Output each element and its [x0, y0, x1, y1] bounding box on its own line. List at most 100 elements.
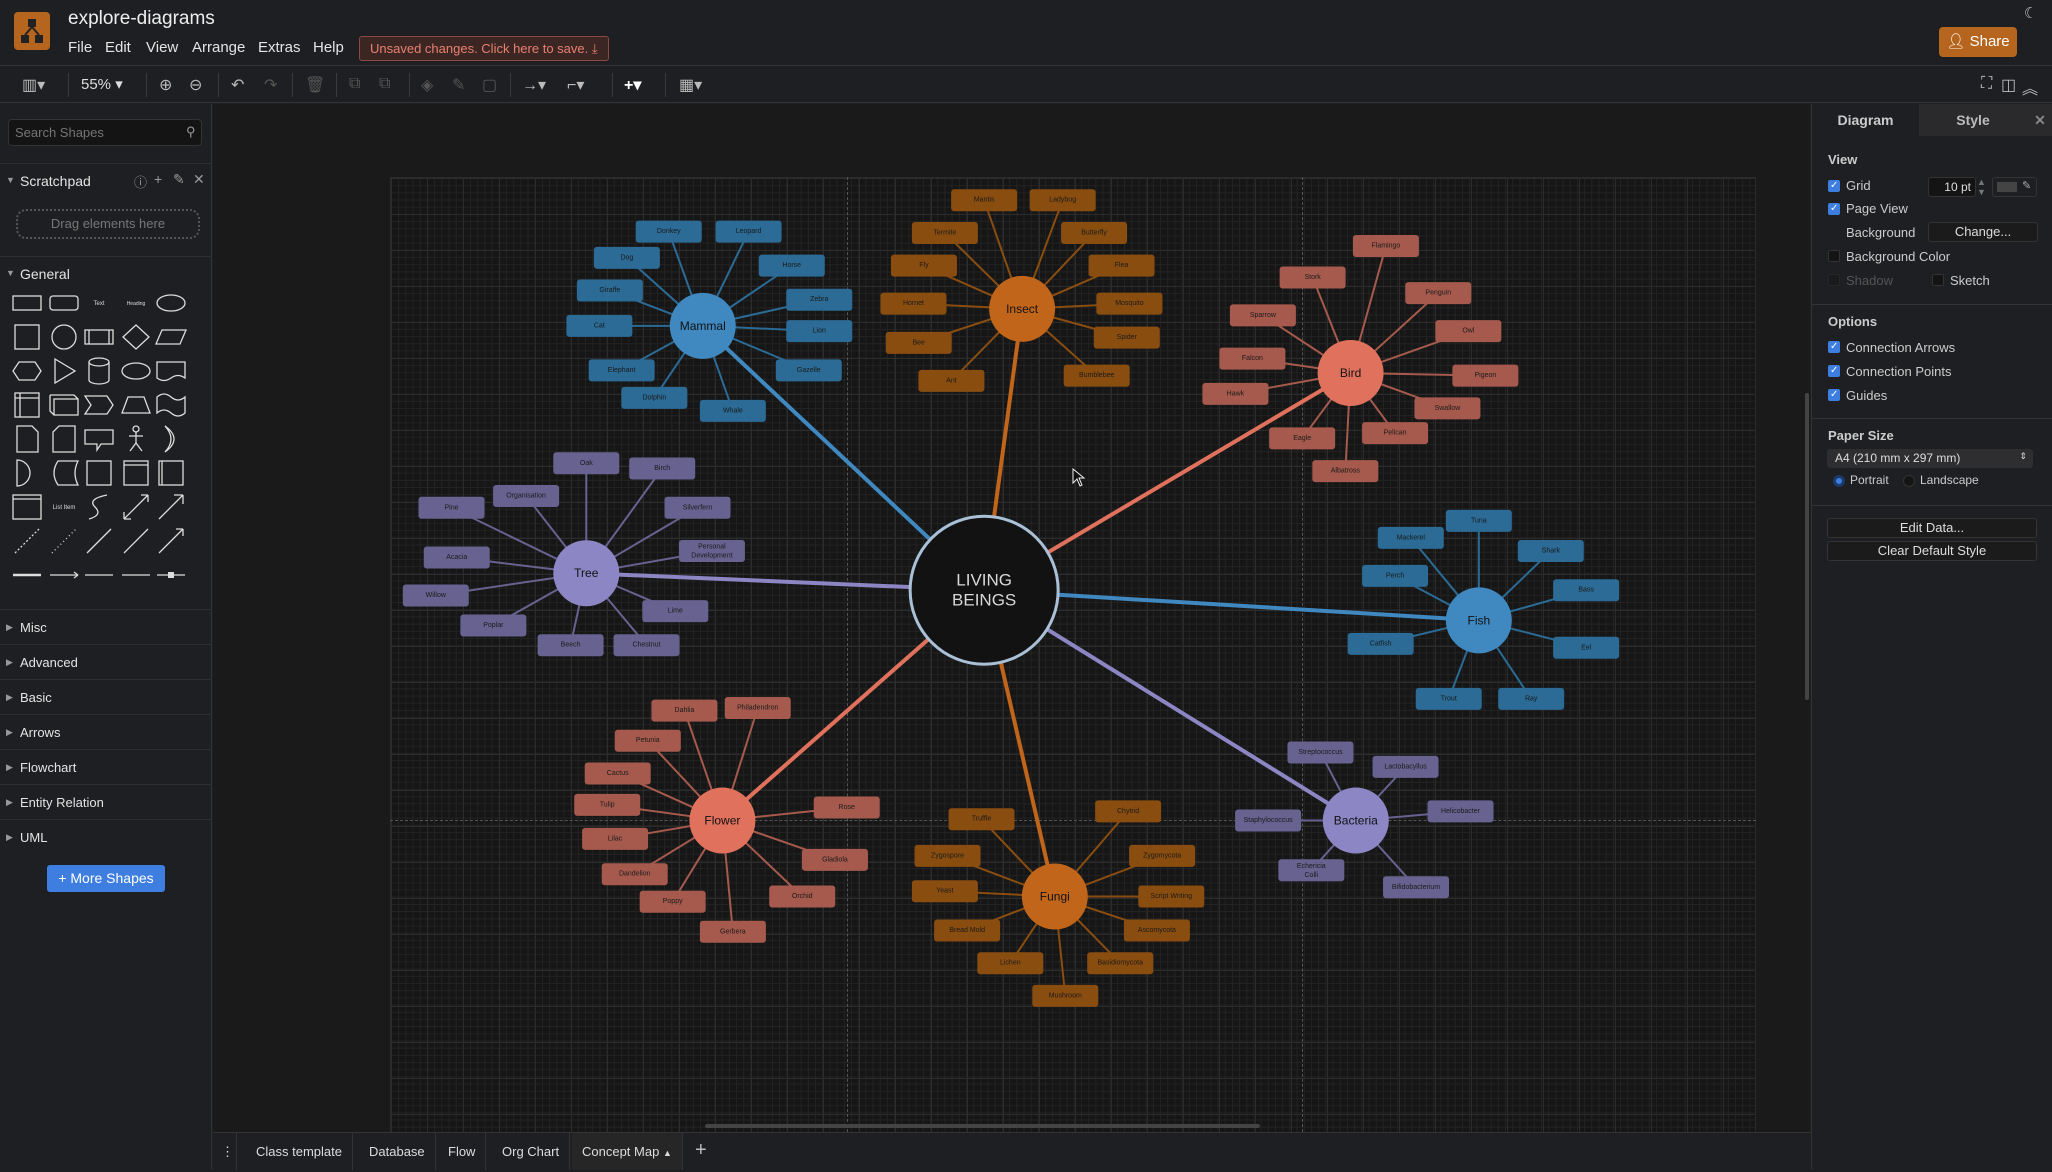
delay-shape-icon[interactable]	[16, 459, 31, 487]
grid-size-stepper[interactable]: ▲ ▼	[1977, 177, 1986, 197]
page-tab-org-chart[interactable]: Org Chart	[492, 1133, 571, 1170]
menu-extras[interactable]: Extras	[258, 39, 301, 56]
callout-shape-icon[interactable]	[84, 429, 114, 453]
general-shapes-palette[interactable]: Text Heading List Item	[0, 294, 212, 604]
general-header[interactable]: ▼ General	[0, 256, 212, 288]
connector-symbol-shape-icon[interactable]	[157, 572, 185, 578]
shadow-checkbox[interactable]	[1828, 274, 1840, 286]
card-shape-icon[interactable]	[52, 425, 76, 453]
fill-color-icon[interactable]: ◈	[421, 75, 433, 95]
menu-help[interactable]: Help	[313, 39, 344, 56]
tab-diagram[interactable]: Diagram	[1812, 104, 1919, 136]
edit-data-button[interactable]: Edit Data...	[1827, 518, 2037, 538]
add-icon[interactable]: +	[154, 171, 162, 187]
swimlane-shape-icon[interactable]	[158, 460, 184, 486]
process-shape-icon[interactable]	[84, 329, 114, 345]
connection-arrows-checkbox[interactable]	[1828, 341, 1840, 353]
background-color-checkbox[interactable]	[1828, 250, 1840, 262]
format-panel-icon[interactable]: ▥▾	[22, 75, 45, 95]
parallelogram-shape-icon[interactable]	[155, 329, 187, 345]
dark-mode-icon[interactable]: ☾	[2024, 4, 2037, 22]
pages-menu-icon[interactable]: ⋮	[213, 1133, 237, 1170]
grid-color-picker[interactable]: ✎	[1992, 177, 2037, 197]
vertical-scrollbar[interactable]	[1805, 393, 1809, 700]
add-page-icon[interactable]: +	[695, 1139, 707, 1162]
cylinder-shape-icon[interactable]	[88, 357, 110, 385]
text-shape-icon[interactable]: Text	[93, 301, 104, 307]
menu-arrange[interactable]: Arrange	[192, 39, 245, 56]
internal-storage-shape-icon[interactable]	[14, 392, 40, 418]
more-shapes-button[interactable]: + More Shapes	[47, 865, 165, 892]
horizontal-scrollbar[interactable]	[705, 1124, 1260, 1128]
page-tab-class-template[interactable]: Class template	[246, 1133, 353, 1170]
diamond-shape-icon[interactable]	[122, 324, 150, 350]
curved-arrow-shape-icon[interactable]	[88, 494, 108, 520]
trapezoid-shape-icon[interactable]	[121, 396, 151, 414]
diagram-canvas[interactable]	[213, 104, 1810, 1132]
arrow-shape-icon[interactable]	[158, 494, 184, 520]
connector-label-shape-icon[interactable]	[50, 571, 79, 579]
rectangle-shape-icon[interactable]	[12, 295, 42, 311]
connection-icon[interactable]: →▾	[522, 75, 546, 95]
page-tab-concept-map[interactable]: Concept Map ▲	[572, 1133, 683, 1170]
undo-icon[interactable]: ↶	[231, 75, 244, 95]
bidirectional-arrow-shape-icon[interactable]	[123, 494, 149, 520]
square-shape-icon[interactable]	[14, 324, 40, 350]
unsaved-changes-button[interactable]: Unsaved changes. Click here to save. ⤓	[359, 36, 609, 61]
paper-size-select[interactable]: A4 (210 mm x 297 mm) ⇕	[1827, 449, 2033, 468]
hexagon-shape-icon[interactable]	[12, 361, 42, 381]
line-color-icon[interactable]: ✎	[452, 75, 465, 95]
actor-shape-icon[interactable]	[129, 425, 143, 452]
connection-points-checkbox[interactable]	[1828, 365, 1840, 377]
page-tab-flow[interactable]: Flow	[438, 1133, 487, 1170]
ellipse-shape-icon[interactable]	[156, 294, 186, 312]
close-icon[interactable]: ✕	[193, 171, 205, 188]
guides-checkbox[interactable]	[1828, 389, 1840, 401]
or-shape-icon[interactable]	[164, 425, 175, 453]
zoom-select[interactable]: 55% ▾	[81, 75, 123, 93]
step-shape-icon[interactable]	[83, 395, 114, 415]
category-uml[interactable]: ▶ UML	[0, 819, 212, 854]
list-item-shape-icon[interactable]: List Item	[53, 505, 76, 511]
menu-edit[interactable]: Edit	[105, 39, 131, 56]
redo-icon[interactable]: ↷	[264, 75, 277, 95]
to-back-icon[interactable]: ⧉	[379, 75, 390, 93]
square-2-shape-icon[interactable]	[86, 460, 112, 486]
category-arrows[interactable]: ▶ Arrows	[0, 714, 212, 749]
bidirectional-connector-shape-icon[interactable]	[123, 528, 149, 554]
page-view-checkbox[interactable]	[1828, 203, 1840, 215]
container-shape-icon[interactable]	[123, 460, 149, 486]
toggle-panel-icon[interactable]: ◫	[2001, 75, 2016, 95]
data-storage-shape-icon[interactable]	[53, 460, 80, 486]
close-panel-icon[interactable]: ✕	[2027, 104, 2052, 136]
cube-shape-icon[interactable]	[49, 394, 79, 416]
textbox-shape-icon[interactable]: Heading	[127, 301, 146, 307]
cloud-shape-icon[interactable]	[121, 362, 151, 380]
table-icon[interactable]: ▦▾	[679, 75, 702, 95]
clear-default-style-button[interactable]: Clear Default Style	[1827, 541, 2037, 561]
edit-icon[interactable]: ✎	[173, 171, 185, 188]
to-front-icon[interactable]: ⧉	[349, 75, 360, 93]
menu-file[interactable]: File	[68, 39, 92, 56]
list-shape-icon[interactable]	[12, 494, 42, 520]
tape-shape-icon[interactable]	[156, 393, 186, 417]
grid-checkbox[interactable]	[1828, 180, 1840, 192]
directional-connector-shape-icon[interactable]	[158, 528, 184, 554]
note-shape-icon[interactable]	[16, 425, 39, 453]
share-button[interactable]: 👤︎ Share	[1939, 27, 2017, 57]
change-background-button[interactable]: Change...	[1928, 222, 2038, 242]
rounded-rectangle-shape-icon[interactable]	[49, 295, 79, 311]
category-advanced[interactable]: ▶ Advanced	[0, 644, 212, 679]
sketch-checkbox[interactable]	[1932, 274, 1944, 286]
circle-shape-icon[interactable]	[51, 324, 77, 350]
fullscreen-icon[interactable]: ⛶	[1981, 75, 1992, 93]
help-icon[interactable]: ⓘ	[134, 172, 147, 191]
shadow-icon[interactable]: ▢	[482, 75, 497, 95]
grid-size-input[interactable]: 10 pt	[1928, 177, 1976, 197]
waypoints-icon[interactable]: ⌐▾	[567, 75, 584, 95]
zoom-out-icon[interactable]: ⊖	[189, 75, 202, 95]
insert-icon[interactable]: +▾	[624, 75, 641, 95]
category-entity-relation[interactable]: ▶ Entity Relation	[0, 784, 212, 819]
delete-icon[interactable]: 🗑︎	[305, 75, 325, 95]
dotted-line-shape-icon[interactable]	[51, 528, 77, 554]
